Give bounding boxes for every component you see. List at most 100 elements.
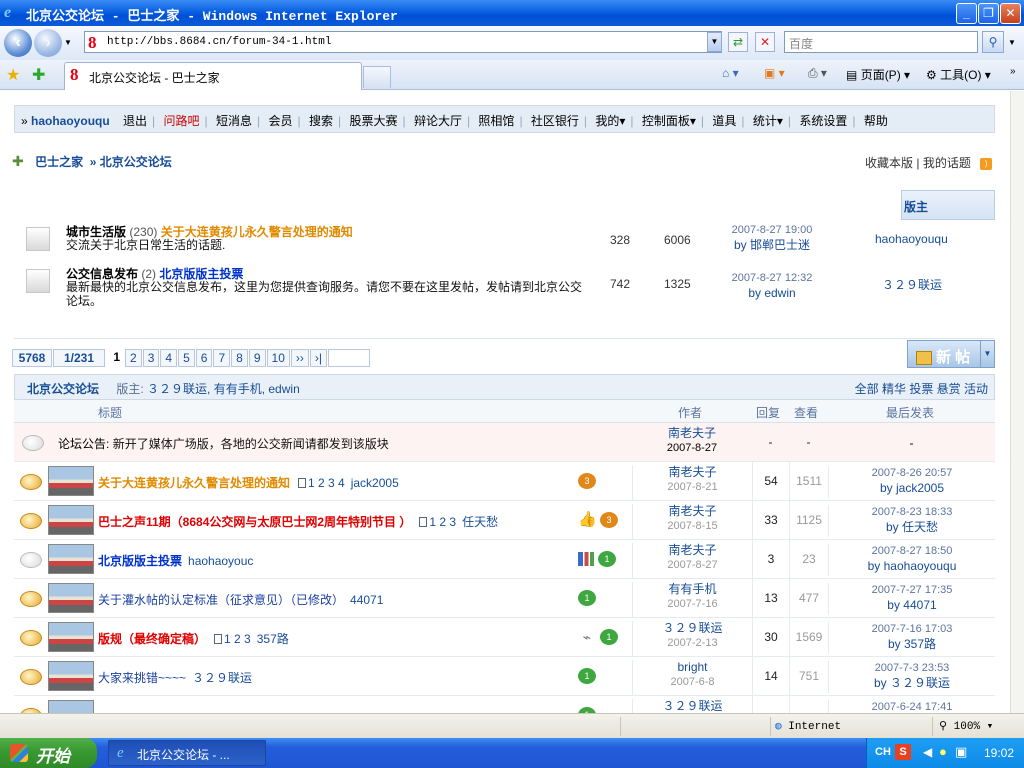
menu-members[interactable]: 会员 [268, 114, 292, 128]
favorites-star-icon[interactable]: ★ [6, 65, 20, 85]
thread-pages[interactable]: 1 2 3 4 [298, 476, 345, 490]
pager-page[interactable]: 4 [160, 349, 178, 367]
add-favorites-icon[interactable]: ✚ [32, 65, 45, 85]
thread-title[interactable]: 关于大连黄孩儿永久警言处理的通知 [98, 476, 290, 490]
thread-last-user[interactable]: jack2005 [351, 476, 399, 490]
stop-icon[interactable]: ✕ [755, 32, 775, 52]
tray-network-icon[interactable]: ▣ [955, 744, 967, 760]
menu-ask[interactable]: 问路吧 [164, 114, 200, 128]
thread-last-post[interactable]: 2007-7-27 17:35 by 44071 [828, 583, 995, 615]
vertical-scrollbar[interactable] [1010, 91, 1024, 713]
tray-qq-icon[interactable]: ● [939, 744, 947, 759]
thread-last-post[interactable]: 2007-7-16 17:03 by 357路 [828, 622, 995, 654]
menu-control-panel[interactable]: 控制面板▾ [642, 114, 696, 128]
thread-last-post[interactable]: 2007-8-27 18:50 by haohaoyouqu [828, 544, 995, 576]
last-post-by[interactable]: by edwin [722, 286, 822, 301]
last-post-by[interactable]: by jack2005 [829, 481, 995, 496]
address-dropdown-icon[interactable]: ▼ [707, 32, 722, 52]
subforum-hot-thread[interactable]: 关于大连黄孩儿永久警言处理的通知 [161, 225, 353, 239]
author-name[interactable]: 南老夫子 [633, 543, 752, 558]
author-name[interactable]: 南老夫子 [632, 426, 752, 441]
new-tab-button[interactable] [363, 66, 391, 88]
menu-stats[interactable]: 统计▾ [753, 114, 783, 128]
thread-title[interactable]: 版规（最终确定稿） [98, 632, 206, 646]
thread-title[interactable]: 大家来挑错~~~~ [98, 671, 186, 685]
thread-row[interactable]: 关于大连黄孩儿永久警言处理的通知 1 2 3 4 jack2005 3 南老夫子 2007… [14, 462, 995, 501]
subforum-last-post[interactable]: 2007-8-27 19:00 by 邯郸巴士迷 [722, 223, 822, 253]
back-button[interactable]: ‹ [4, 29, 32, 57]
last-post-by[interactable]: by 邯郸巴士迷 [722, 238, 822, 253]
last-post-by[interactable]: by 44071 [829, 598, 995, 613]
thread-row[interactable]: 北京版版主投票 haohaoyouc 1 南老夫子 2007-8-27 3 23 2007-8… [14, 540, 995, 579]
search-input[interactable]: 百度 [784, 31, 978, 53]
chevron-right-icon[interactable]: » [1010, 66, 1016, 77]
pager-goto-input[interactable] [328, 349, 371, 367]
list-mods[interactable]: ３２９联运, 有有手机, edwin [147, 382, 300, 396]
favorite-forum-link[interactable]: 收藏本版 [865, 156, 913, 170]
subforum-last-post[interactable]: 2007-8-27 12:32 by edwin [722, 271, 822, 301]
pager-page[interactable]: 7 [213, 349, 231, 367]
thread-last-post[interactable]: 2007-6-24 17:41 [828, 700, 995, 713]
breadcrumb-home[interactable]: 巴士之家 [35, 155, 83, 169]
menubar-username[interactable]: haohaoyouqu [31, 114, 110, 128]
last-post-by[interactable]: by haohaoyouqu [829, 559, 995, 574]
last-post-by[interactable]: by 357路 [829, 637, 995, 652]
tray-volume-icon[interactable]: ◀ [923, 745, 932, 759]
thread-row[interactable]: 巴士之声11期（8684公交网与太原巴士网2周年特别节目 ） 1 2 3 任天愁 👍 3… [14, 501, 995, 540]
author-name[interactable]: bright [633, 660, 752, 675]
thread-last-user[interactable]: 任天愁 [462, 515, 498, 529]
close-button[interactable]: ✕ [1000, 3, 1021, 24]
thread-pages[interactable]: 1 2 3 [214, 632, 251, 646]
author-name[interactable]: ３２９联运 [633, 699, 752, 713]
thread-last-user[interactable]: ３２９联运 [192, 671, 252, 685]
list-filters[interactable]: 全部 精华 投票 悬赏 活动 [855, 380, 988, 397]
author-name[interactable]: 南老夫子 [633, 465, 752, 480]
pager-page[interactable]: 10 [266, 349, 290, 367]
maximize-button[interactable]: ❐ [978, 3, 999, 24]
thread-row[interactable]: 版规（最终确定稿） 1 2 3 357路 ⌁ 1 ３２９联运 2007-2-13 30 1569… [14, 618, 995, 657]
menu-stock-contest[interactable]: 股票大赛 [349, 114, 397, 128]
address-input[interactable]: 8 http://bbs.8684.cn/forum-34-1.html [84, 31, 722, 53]
zoom-control[interactable]: ⚲ 100% ▾ [932, 717, 1024, 736]
menu-photo[interactable]: 照相馆 [478, 114, 514, 128]
menu-my[interactable]: 我的▾ [595, 114, 625, 128]
tools-menu[interactable]: ⚙ 工具(O) ▾ [926, 66, 991, 83]
page-menu[interactable]: ▤ 页面(P) ▾ [846, 66, 910, 83]
tab-active[interactable]: 8 北京公交论坛 - 巴士之家 [64, 62, 362, 90]
pager-page[interactable]: 3 [142, 349, 160, 367]
ime-s-icon[interactable]: S [895, 744, 911, 760]
last-post-by[interactable]: by ３２９联运 [829, 676, 995, 691]
announcement-text[interactable]: 论坛公告: 新开了媒体广场版，各地的公交新闻请都发到该版块 [58, 435, 389, 452]
forward-button[interactable]: › [34, 29, 62, 57]
ime-indicator[interactable]: CH [875, 746, 891, 758]
thread-title[interactable]: 北京版版主投票 [98, 554, 182, 568]
pager-page[interactable]: 8 [231, 349, 248, 367]
thread-last-post[interactable]: 2007-7-3 23:53 by ３２９联运 [828, 661, 995, 693]
search-icon[interactable]: ⚲ [982, 31, 1004, 53]
menu-search[interactable]: 搜索 [309, 114, 333, 128]
thread-last-user[interactable]: haohaoyouc [188, 554, 253, 568]
thread-last-user[interactable]: 357路 [257, 632, 289, 646]
rss-icon[interactable]: ) [980, 157, 993, 170]
pager-page[interactable]: 2 [125, 349, 142, 367]
menu-messages[interactable]: 短消息 [216, 114, 252, 128]
pager-next[interactable]: ›› [290, 349, 309, 367]
home-icon[interactable]: ⌂ ▾ [722, 66, 739, 80]
breadcrumb-current[interactable]: 北京公交论坛 [100, 155, 172, 169]
thread-pages[interactable]: 1 2 3 [419, 515, 456, 529]
subforum-mods[interactable]: haohaoyouqu [875, 232, 948, 246]
expand-icon[interactable]: ✚ [12, 153, 24, 169]
print-icon[interactable]: ⎙ ▾ [808, 66, 827, 81]
new-thread-button[interactable]: 新 帖 ▼ [907, 340, 995, 368]
subforum-mods[interactable]: ３２９联运 [882, 276, 942, 293]
thread-last-user[interactable]: 44071 [350, 593, 383, 607]
pager-page[interactable]: 5 [178, 349, 195, 367]
chevron-down-icon[interactable]: ▼ [980, 341, 994, 367]
last-post-by[interactable]: by 任天愁 [829, 520, 995, 535]
menu-logout[interactable]: 退出 [123, 114, 147, 128]
minimize-button[interactable]: _ [956, 3, 977, 24]
author-name[interactable]: 有有手机 [633, 582, 752, 597]
pager-page[interactable]: 6 [195, 349, 213, 367]
author-name[interactable]: 南老夫子 [633, 504, 752, 519]
author-name[interactable]: ３２９联运 [633, 621, 752, 636]
